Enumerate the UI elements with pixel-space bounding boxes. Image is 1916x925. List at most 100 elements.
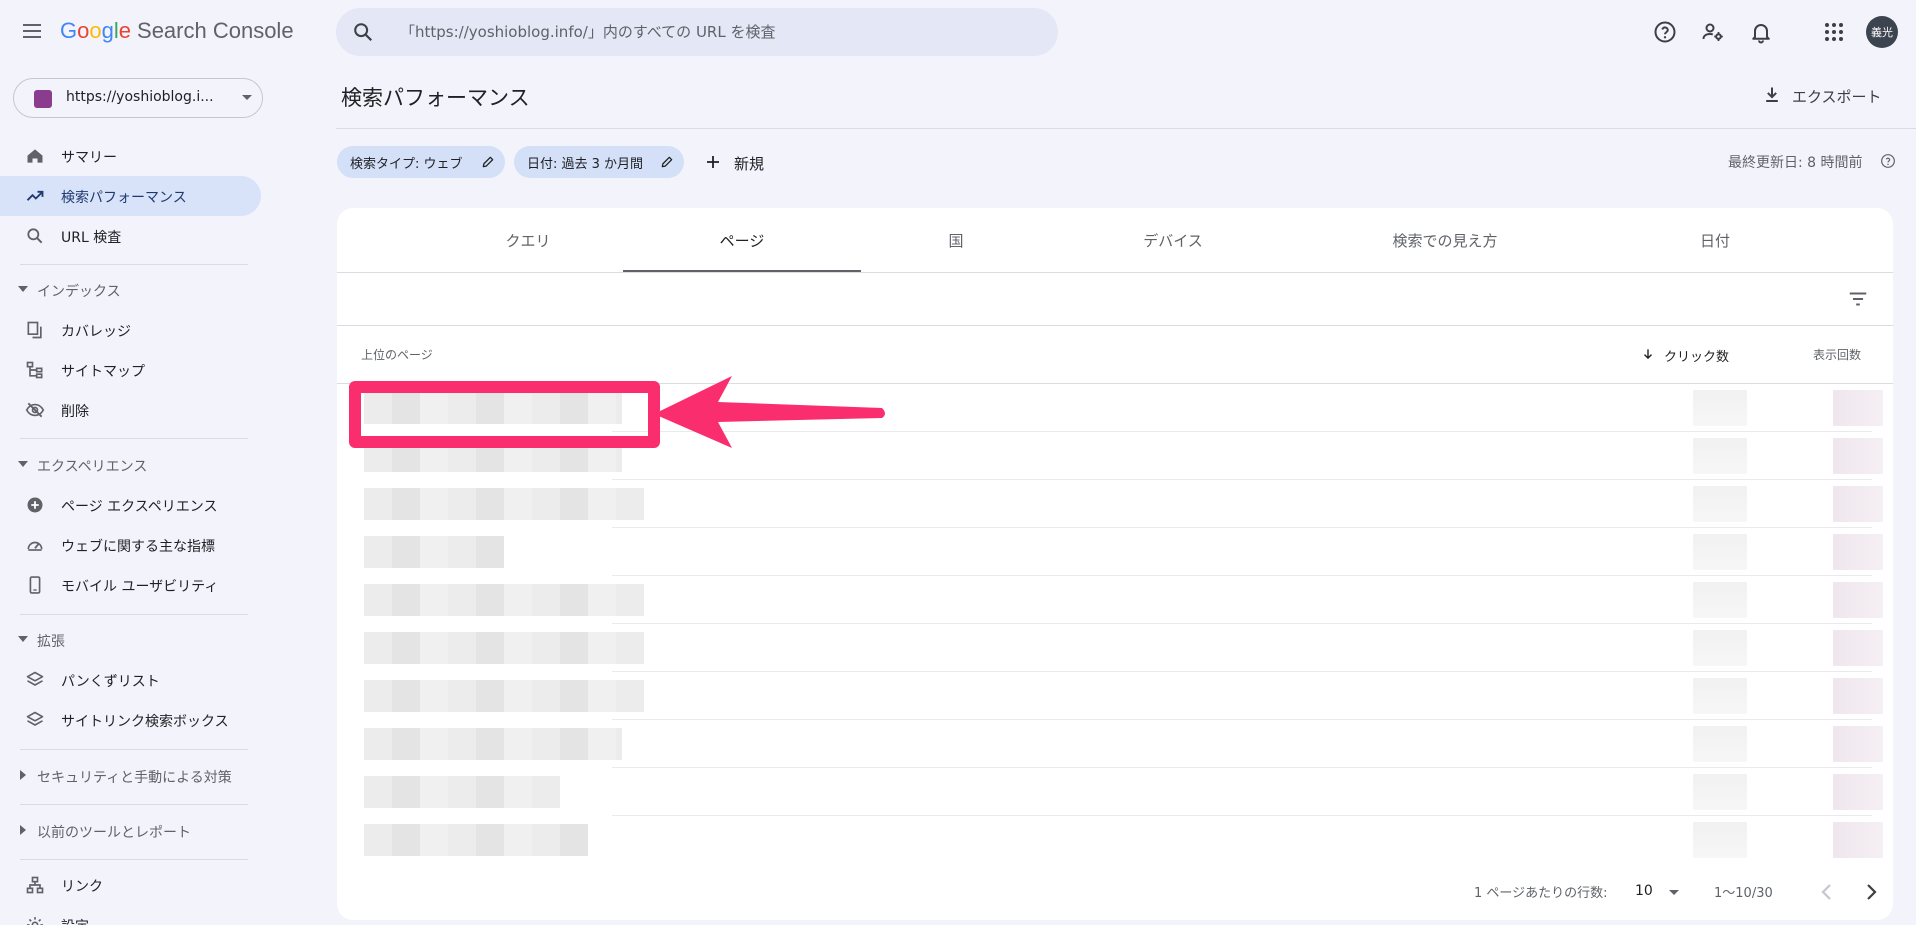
sidebar-section-experience[interactable]: エクスペリエンス — [0, 445, 250, 485]
blurred-value — [1833, 534, 1883, 570]
table-row[interactable] — [337, 576, 1893, 624]
user-settings-icon[interactable] — [1701, 20, 1725, 44]
sidebar-section-security[interactable]: セキュリティと手動による対策 — [0, 756, 250, 796]
search-icon — [27, 228, 43, 244]
tab-pages[interactable]: ページ — [623, 208, 861, 272]
table-row[interactable] — [337, 480, 1893, 528]
google-search-console-logo[interactable]: Google Search Console — [60, 18, 294, 44]
rows-per-page-label: 1 ページあたりの行数: — [1474, 886, 1608, 901]
blurred-url — [364, 776, 560, 808]
sidebar-divider — [20, 804, 248, 805]
sidebar-item-settings[interactable]: 設定 — [0, 905, 261, 925]
sidebar-item-breadcrumbs[interactable]: パンくずリスト — [0, 660, 261, 700]
blurred-value — [1833, 438, 1883, 474]
help-outline-icon[interactable] — [1880, 153, 1896, 169]
blurred-value — [1833, 774, 1883, 810]
blurred-value — [1693, 726, 1747, 762]
url-inspect-input[interactable] — [400, 20, 1040, 44]
toolbar-divider — [337, 325, 1893, 326]
blurred-url — [364, 824, 588, 856]
blurred-value — [1693, 582, 1747, 618]
sidebar-item-removals[interactable]: 削除 — [0, 390, 261, 430]
blurred-value — [1693, 534, 1747, 570]
sidebar-item-performance[interactable]: 検索パフォーマンス — [0, 176, 261, 216]
search-type-filter-chip[interactable]: 検索タイプ: ウェブ — [337, 146, 505, 178]
sidebar-divider — [20, 438, 248, 439]
table-row[interactable] — [337, 672, 1893, 720]
sidebar-item-sitemaps[interactable]: サイトマップ — [0, 350, 261, 390]
file-copy-icon — [27, 321, 42, 339]
pointer-arrow-annotation — [654, 376, 885, 448]
sidebar-divider — [20, 859, 248, 860]
tab-dates[interactable]: 日付 — [1595, 208, 1835, 272]
settings-icon — [27, 917, 43, 925]
help-icon[interactable] — [1653, 20, 1677, 44]
sidebar-item-sitelinks-searchbox[interactable]: サイトリンク検索ボックス — [0, 700, 261, 740]
plus-icon — [707, 156, 719, 168]
tab-search-appearance[interactable]: 検索での見え方 — [1295, 208, 1595, 272]
sidebar-item-page-experience[interactable]: ページ エクスペリエンス — [0, 485, 261, 525]
add-filter-button[interactable]: 新規 — [698, 146, 794, 178]
date-range-filter-chip[interactable]: 日付: 過去 3 か月間 — [514, 146, 684, 178]
tab-devices[interactable]: デバイス — [1051, 208, 1295, 272]
sidebar-divider — [20, 749, 248, 750]
caret-right-icon — [20, 825, 26, 835]
sidebar-section-enhancements[interactable]: 拡張 — [0, 620, 250, 660]
notifications-icon[interactable] — [1749, 20, 1773, 44]
sitemap-icon — [26, 361, 43, 379]
chevron-left-icon[interactable] — [1815, 880, 1839, 904]
url-inspect-search-bar[interactable] — [336, 8, 1058, 56]
tab-divider — [337, 272, 1893, 273]
tab-countries[interactable]: 国 — [861, 208, 1051, 272]
property-selector[interactable]: https://yoshioblog.i... — [13, 78, 263, 118]
visibility-off-icon — [25, 402, 45, 418]
report-card: クエリ ページ 国 デバイス 検索での見え方 日付 上位のページ クリック数 表… — [337, 208, 1893, 920]
blurred-value — [1833, 726, 1883, 762]
arrow-down-icon[interactable] — [1641, 346, 1655, 362]
caret-down-icon — [18, 286, 28, 292]
layers-icon — [26, 711, 44, 726]
blurred-value — [1693, 774, 1747, 810]
sidebar-item-core-web-vitals[interactable]: ウェブに関する主な指標 — [0, 525, 261, 565]
edit-pencil-icon — [482, 156, 494, 168]
rows-per-page-select[interactable]: 10 — [1635, 878, 1691, 906]
caret-down-icon — [18, 461, 28, 467]
main-menu-icon[interactable] — [20, 20, 44, 44]
table-row[interactable] — [337, 624, 1893, 672]
blurred-value — [1693, 678, 1747, 714]
sidebar-item-summary[interactable]: サマリー — [0, 136, 261, 176]
column-header-clicks[interactable]: クリック数 — [1664, 346, 1729, 365]
blurred-value — [1693, 822, 1747, 858]
table-row[interactable] — [337, 768, 1893, 816]
table-row[interactable] — [337, 528, 1893, 576]
sidebar-section-legacy-tools[interactable]: 以前のツールとレポート — [0, 811, 250, 851]
tab-queries[interactable]: クエリ — [433, 208, 623, 272]
account-avatar[interactable]: 義光 — [1866, 16, 1898, 48]
google-apps-icon[interactable] — [1822, 20, 1846, 44]
export-button[interactable]: エクスポート — [1754, 80, 1894, 110]
column-header-top-pages: 上位のページ — [361, 348, 433, 362]
sidebar-divider — [20, 614, 248, 615]
blurred-value — [1833, 630, 1883, 666]
sidebar-item-links[interactable]: リンク — [0, 865, 261, 905]
blurred-url — [364, 632, 644, 664]
sidebar-item-coverage[interactable]: カバレッジ — [0, 310, 261, 350]
link-tree-icon — [26, 876, 44, 894]
column-header-impressions[interactable]: 表示回数 — [1813, 346, 1861, 363]
blurred-value — [1833, 582, 1883, 618]
caret-down-icon — [18, 636, 28, 642]
caret-down-icon — [1669, 890, 1679, 895]
blurred-url — [364, 680, 644, 712]
chevron-right-icon[interactable] — [1859, 880, 1883, 904]
sidebar-item-mobile-usability[interactable]: モバイル ユーザビリティ — [0, 565, 261, 605]
table-row[interactable] — [337, 816, 1893, 864]
chevron-down-icon — [242, 95, 252, 100]
table-row[interactable] — [337, 720, 1893, 768]
blurred-url — [364, 584, 644, 616]
search-icon[interactable] — [352, 21, 374, 43]
blurred-value — [1833, 486, 1883, 522]
sidebar-item-url-inspect[interactable]: URL 検査 — [0, 216, 261, 256]
pagination-range: 1〜10/30 — [1714, 886, 1773, 901]
sidebar-section-index[interactable]: インデックス — [0, 270, 250, 310]
filter-list-icon[interactable] — [1847, 288, 1869, 310]
